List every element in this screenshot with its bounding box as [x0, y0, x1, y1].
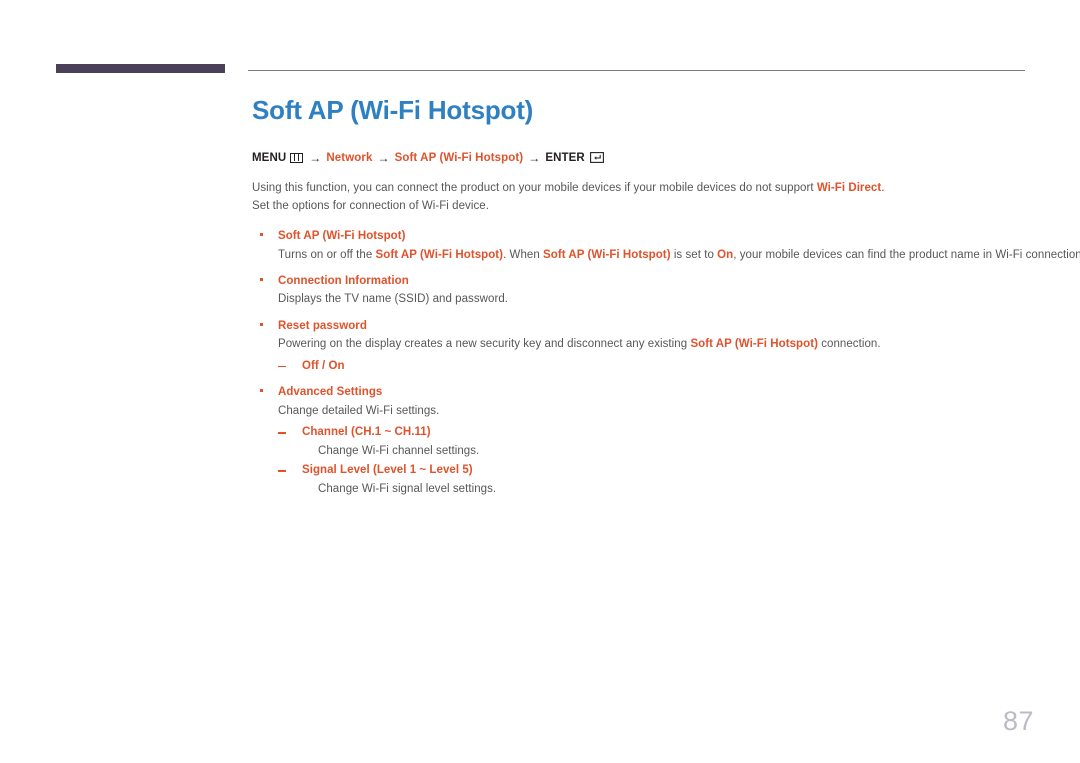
menu-path-line: MENU → Network → Soft AP (Wi-Fi Hotspot)… — [252, 151, 1042, 165]
page-number: 87 — [1002, 706, 1034, 736]
description-text: connection. — [817, 338, 881, 351]
path-arrow-1: → — [309, 150, 322, 165]
enter-return-icon — [589, 152, 604, 164]
intro-line-1-after: . — [881, 181, 885, 194]
options-list: Soft AP (Wi-Fi Hotspot) Turns on or off t… — [252, 228, 1080, 499]
sub-list-item: Off / On — [278, 358, 1042, 376]
description-accent-text: Soft AP (Wi-Fi Hotspot) — [690, 338, 818, 351]
option-description: Powering on the display creates a new se… — [278, 336, 1042, 353]
sub-option-description: Change Wi-Fi signal level settings. — [318, 483, 497, 496]
description-text: Powering on the display creates a new se… — [278, 338, 691, 351]
option-description: Turns on or off the Soft AP (Wi-Fi Hotsp… — [278, 247, 1080, 264]
sub-options-list: Off / On — [278, 358, 1042, 376]
page-content: Soft AP (Wi-Fi Hotspot) MENU → Network →… — [252, 95, 1080, 507]
list-item: Soft AP (Wi-Fi Hotspot) Turns on or off t… — [252, 228, 1080, 264]
dash-marker-icon — [278, 432, 286, 434]
sub-option-label[interactable]: Signal Level (Level 1 ~ Level 5) — [302, 462, 1042, 480]
intro-paragraph: Using this function, you can connect the… — [252, 179, 1042, 216]
option-label[interactable]: Advanced Settings — [278, 384, 1042, 401]
intro-line-1: Using this function, you can connect the… — [252, 179, 1042, 198]
description-text: is set to — [670, 248, 718, 261]
path-arrow-2: → — [377, 150, 390, 165]
option-label[interactable]: Reset password — [278, 318, 1042, 335]
header-rule — [248, 70, 1025, 71]
enter-label: ENTER — [545, 151, 585, 164]
bullet-square-icon — [260, 232, 263, 236]
bullet-square-icon — [260, 277, 263, 281]
sub-options-list: Channel (CH.1 ~ CH.11) Change Wi-Fi chann… — [278, 424, 1042, 498]
intro-line-2: Set the options for connection of Wi-Fi … — [252, 200, 489, 213]
option-description: Change detailed Wi-Fi settings. — [278, 403, 1042, 420]
dash-marker-icon — [278, 365, 286, 367]
option-label[interactable]: Soft AP (Wi-Fi Hotspot) — [278, 228, 1042, 245]
menu-path-segment-network[interactable]: Network — [326, 152, 372, 164]
list-item: Connection Information Displays the TV na… — [252, 273, 1042, 309]
description-text: . When — [503, 248, 544, 261]
sub-list-item: Signal Level (Level 1 ~ Level 5) Change W… — [278, 462, 1042, 498]
menu-grid-icon — [290, 152, 304, 163]
bullet-square-icon — [260, 322, 263, 326]
intro-line-1-before: Using this function, you can connect the… — [252, 181, 817, 194]
option-label[interactable]: Connection Information — [278, 273, 1042, 290]
menu-label: MENU — [252, 151, 287, 164]
sub-option-label[interactable]: Channel (CH.1 ~ CH.11) — [302, 424, 1042, 442]
dash-marker-icon — [278, 470, 286, 472]
description-text: , your mobile devices can find the produ… — [733, 248, 1080, 261]
sub-option-label[interactable]: Off / On — [302, 358, 1042, 376]
bullet-square-icon — [260, 389, 263, 393]
option-description: Displays the TV name (SSID) and password… — [278, 291, 1042, 308]
path-arrow-3: → — [528, 150, 541, 165]
header-accent-bar — [56, 64, 225, 73]
menu-path-segment-softap[interactable]: Soft AP (Wi-Fi Hotspot) — [395, 152, 524, 164]
list-item: Reset password Powering on the display cr… — [252, 318, 1042, 376]
list-item: Advanced Settings Change detailed Wi-Fi s… — [252, 384, 1042, 498]
sub-list-item: Channel (CH.1 ~ CH.11) Change Wi-Fi chann… — [278, 424, 1042, 460]
sub-option-description: Change Wi-Fi channel settings. — [318, 445, 480, 458]
intro-line-1-accent: Wi-Fi Direct — [816, 181, 882, 194]
description-accent-text: Soft AP (Wi-Fi Hotspot) — [375, 248, 504, 261]
page-title: Soft AP (Wi-Fi Hotspot) — [252, 95, 534, 125]
description-text: Displays the TV name (SSID) and password… — [278, 293, 509, 306]
description-accent-text: Soft AP (Wi-Fi Hotspot) — [543, 248, 671, 261]
description-text: Turns on or off the — [278, 248, 376, 261]
description-text: Change detailed Wi-Fi settings. — [278, 405, 440, 418]
description-accent-text: On — [717, 248, 734, 261]
